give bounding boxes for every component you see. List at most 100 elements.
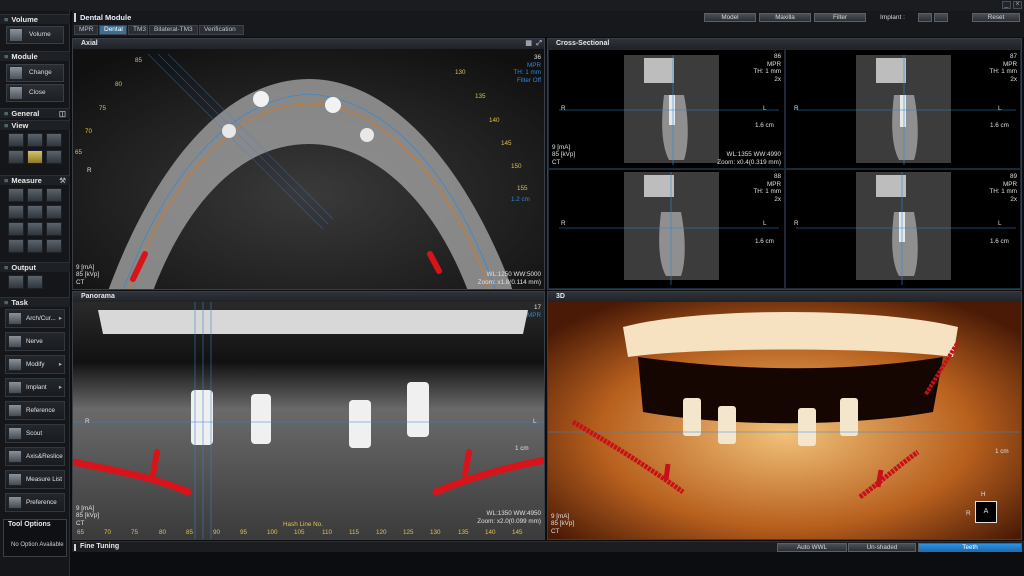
cross-section-cell[interactable]: 87 MPR TH: 1 mm 2x R L 1.6 cm: [785, 49, 1021, 169]
panorama-title: Panorama: [81, 293, 115, 300]
zoom-tool-icon[interactable]: [27, 133, 43, 147]
line-tool-icon[interactable]: [46, 222, 62, 236]
3d-info-bl: 9 [mA] 85 [kVp] CT: [551, 513, 574, 536]
unshaded-button[interactable]: Un-shaded: [848, 543, 916, 552]
cross-cell-tag: MPR: [1003, 60, 1017, 68]
cross-cell-tag: 2x: [1010, 75, 1017, 83]
cross-info-br: WL:1355 WW:4990 Zoom: x0.4(0.319 mm): [717, 151, 781, 166]
maxilla-button[interactable]: Maxilla: [759, 13, 811, 22]
task-modify[interactable]: Modify ▸: [5, 355, 65, 374]
minimize-button[interactable]: _: [1002, 1, 1011, 9]
ruler-tool-icon[interactable]: [8, 188, 24, 202]
axial-panel-title: Axial ▦ ⤢: [73, 39, 544, 49]
axial-zoom: Zoom: x1.8(0.114 mm): [477, 278, 541, 286]
profile-tool-icon[interactable]: [46, 205, 62, 219]
3d-scale: 1 cm: [995, 448, 1009, 455]
volume-measure-tool-icon[interactable]: [27, 205, 43, 219]
filter-button[interactable]: Filter: [814, 13, 866, 22]
ruler-tick-label: 145: [512, 529, 523, 536]
volume-icon: [9, 28, 23, 42]
area-tool-icon[interactable]: [8, 205, 24, 219]
axial-modality: CT: [76, 278, 85, 286]
scout-icon: [8, 427, 22, 440]
tab-tm3[interactable]: TM3: [128, 25, 148, 35]
section-title: Volume: [11, 15, 38, 24]
axial-ma: 9 [mA]: [76, 263, 95, 271]
export-icon[interactable]: [8, 275, 24, 289]
arc-tool-icon[interactable]: [46, 188, 62, 202]
volume-button[interactable]: Volume: [6, 26, 64, 44]
auto-wwl-button[interactable]: Auto WWL: [777, 543, 847, 552]
tab-mpr[interactable]: MPR: [74, 25, 98, 35]
task-arch-curve[interactable]: Arch/Cur... ▸: [5, 309, 65, 328]
task-label: Reference: [26, 407, 56, 414]
pano-ma: 9 [mA]: [76, 504, 95, 512]
select-tool-icon[interactable]: [8, 239, 24, 253]
tool-options-text: No Option Available: [11, 542, 64, 548]
eraser-tool-icon[interactable]: [27, 239, 43, 253]
pano-modality: CT: [76, 519, 85, 527]
arch-number: 85: [135, 57, 143, 64]
axial-view-panel[interactable]: Axial ▦ ⤢ 85 80 75 70 65 130 135 140 145…: [72, 38, 545, 290]
rotate-tool-icon[interactable]: [8, 150, 24, 164]
task-nerve[interactable]: Nerve: [5, 332, 65, 351]
task-label: Implant: [26, 384, 47, 391]
axial-wl-ww: WL:1250 WW:5000: [486, 271, 541, 278]
task-scout[interactable]: Scout: [5, 424, 65, 443]
cross-section-cell[interactable]: 86 MPR TH: 1 mm 2x R L 1.6 cm 9 [mA] 85 [kV…: [548, 49, 785, 169]
print-icon[interactable]: [27, 275, 43, 289]
reset-button[interactable]: Reset: [972, 13, 1020, 22]
tab-verification[interactable]: Verification: [199, 25, 244, 35]
cross-cell-number: 89: [1009, 173, 1017, 180]
angle-tool-icon[interactable]: [27, 188, 43, 202]
delete-measure-icon[interactable]: [46, 239, 62, 253]
ruler-tick-label: 125: [403, 529, 414, 536]
cross-cell-info: 89 MPR TH: 1 mm 2x: [989, 173, 1017, 203]
measure-list-icon: [8, 473, 22, 486]
task-reference[interactable]: Reference: [5, 401, 65, 420]
task-measure-list[interactable]: Measure List: [5, 470, 65, 489]
close-window-button[interactable]: ×: [1013, 1, 1022, 9]
tool-options-title: Tool Options: [8, 521, 51, 528]
cross-section-cell[interactable]: 89 MPR TH: 1 mm 2x R L 1.6 cm: [785, 169, 1021, 289]
text-tool-icon[interactable]: [27, 222, 43, 236]
close-module-button[interactable]: Close: [6, 84, 64, 102]
settings-tool-icon[interactable]: [46, 150, 62, 164]
implant-label: Implant :: [880, 14, 905, 21]
3d-view-panel[interactable]: 3D 1 cm 9 [mA] 85 [kVp] CT H R A: [547, 291, 1022, 540]
contrast-tool-icon[interactable]: [46, 133, 62, 147]
cross-sectional-panel[interactable]: Cross-Sectional 86 MPR TH: 1 mm 2x R L 1.6 …: [547, 38, 1022, 290]
cross-cell-info: 87 MPR TH: 1 mm 2x: [989, 53, 1017, 83]
cross-scale: 1.6 cm: [990, 238, 1009, 245]
panorama-view-panel[interactable]: Panorama R L 1 cm 17 MPR 9 [mA] 85 [kVp]…: [72, 291, 545, 540]
expand-icon[interactable]: ◫: [59, 109, 66, 119]
section-title: Task: [11, 298, 28, 307]
layout-grid-icon[interactable]: ▦: [525, 39, 532, 49]
implant-redo-icon[interactable]: [934, 13, 948, 22]
teeth-button[interactable]: Teeth: [918, 543, 1022, 552]
point-tool-icon[interactable]: [8, 222, 24, 236]
arch-number: 130: [455, 69, 466, 76]
implant-undo-icon[interactable]: [918, 13, 932, 22]
task-implant[interactable]: Implant ▸: [5, 378, 65, 397]
model-button[interactable]: Model: [704, 13, 756, 22]
task-axis-reslice[interactable]: Axis&Reslice: [5, 447, 65, 466]
task-preference[interactable]: Preference: [5, 493, 65, 512]
cross-cell-number: 88: [773, 173, 781, 180]
app-titlebar: _ ×: [0, 0, 1024, 11]
ruler-tick-label: 130: [430, 529, 441, 536]
change-module-button[interactable]: Change: [6, 64, 64, 82]
window-level-tool-icon[interactable]: [27, 150, 43, 164]
pan-tool-icon[interactable]: [8, 133, 24, 147]
ruler-tick-label: 85: [186, 529, 194, 536]
maximize-icon[interactable]: ⤢: [536, 39, 542, 49]
wrench-icon[interactable]: ⚒: [59, 176, 66, 186]
section-title: General: [11, 109, 40, 118]
pano-zoom: Zoom: x2.0(0.099 mm): [477, 517, 541, 525]
tab-dental[interactable]: Dental: [99, 25, 127, 35]
cross-info-bl: 9 [mA] 85 [kVp] CT: [552, 144, 575, 167]
cross-section-cell[interactable]: 88 MPR TH: 1 mm 2x R L 1.6 cm: [548, 169, 785, 289]
submenu-arrow-icon: ▸: [58, 315, 62, 322]
cross-ma: 9 [mA]: [552, 143, 571, 151]
tab-bilateral-tm3[interactable]: Bilateral-TM3: [149, 25, 198, 35]
